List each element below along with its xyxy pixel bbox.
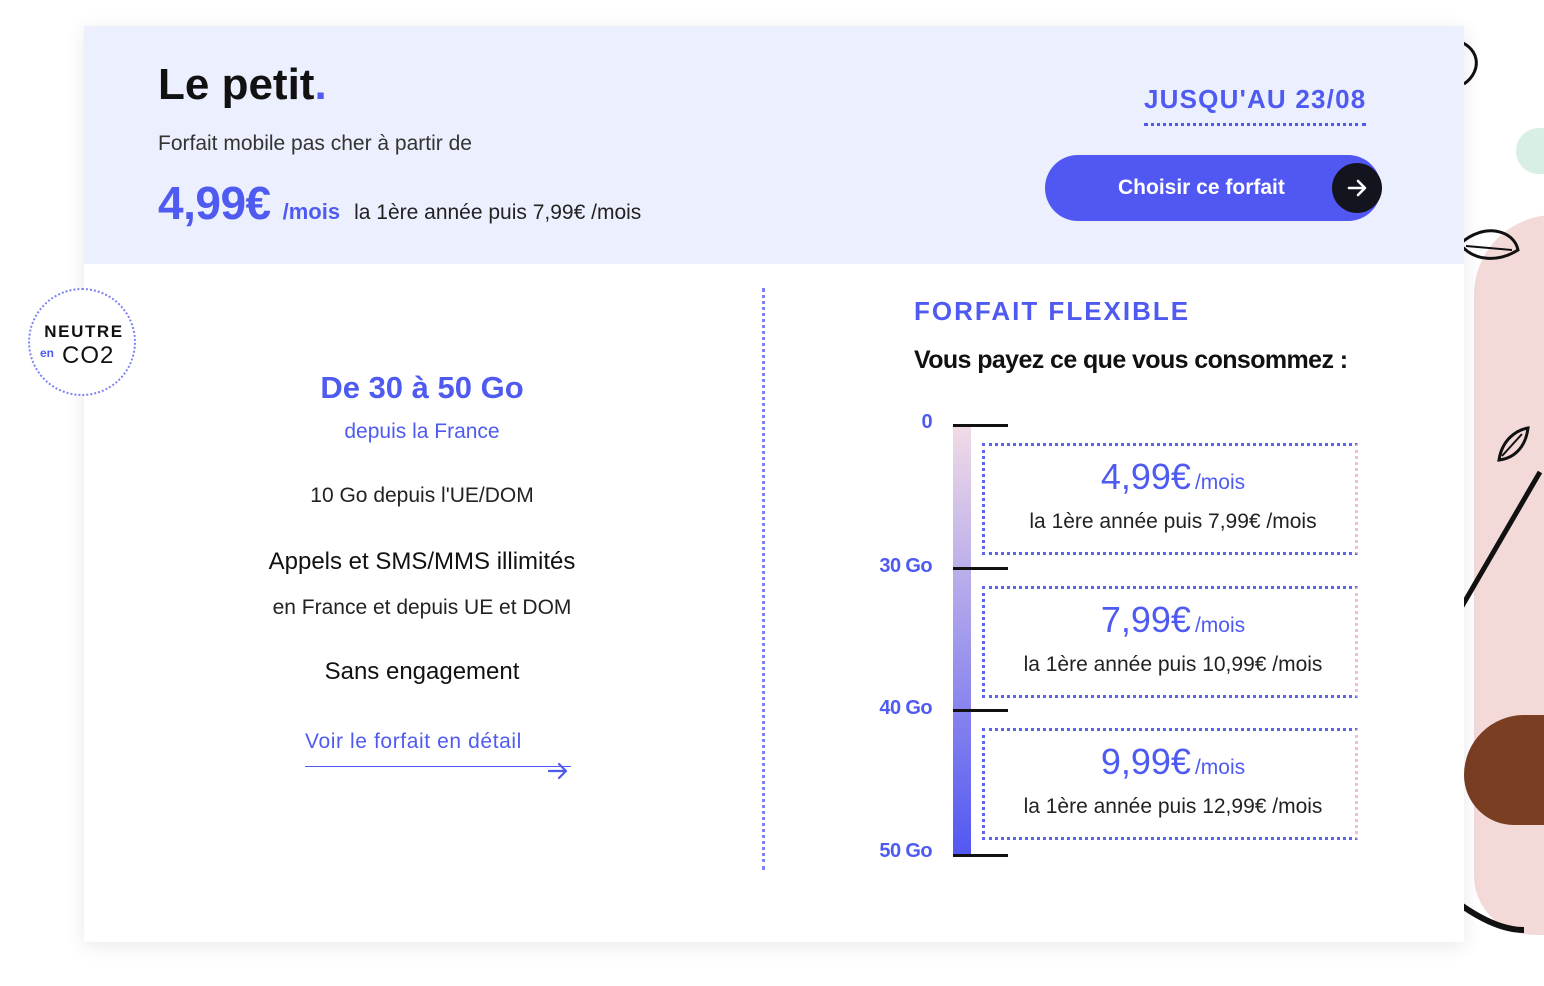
plan-title-dot: .	[314, 60, 327, 109]
tier-unit: /mois	[1194, 614, 1246, 637]
scale-tick	[953, 567, 1008, 570]
tier-amount: 7,99€	[1100, 599, 1191, 640]
price-tier: 7,99€/mois la 1ère année puis 10,99€ /mo…	[982, 586, 1358, 698]
price-row: 4,99€ /mois la 1ère année puis 7,99€ /mo…	[158, 176, 641, 230]
scale-label-30: 30 Go	[879, 555, 932, 577]
plan-subtitle: Forfait mobile pas cher à partir de	[158, 132, 472, 155]
column-divider	[762, 288, 765, 870]
commitment: Sans engagement	[324, 658, 520, 685]
arrow-right-icon[interactable]	[546, 760, 570, 782]
choose-plan-button[interactable]: Choisir ce forfait	[1045, 155, 1382, 221]
tier-after: la 1ère année puis 7,99€ /mois	[1029, 510, 1317, 533]
leaf-icon	[1454, 38, 1543, 933]
tier-price: 7,99€/mois	[985, 599, 1361, 641]
price-unit: /mois	[282, 199, 341, 224]
calls-feature: Appels et SMS/MMS illimités	[268, 548, 576, 575]
tier-after: la 1ère année puis 10,99€ /mois	[1023, 653, 1323, 676]
plan-title: Le petit.	[158, 60, 327, 110]
page: Le petit. Forfait mobile pas cher à part…	[0, 0, 1544, 986]
tier-unit: /mois	[1194, 756, 1246, 779]
tier-after: la 1ère année puis 12,99€ /mois	[1023, 795, 1323, 818]
badge-neutre: NEUTRE	[44, 322, 124, 341]
decorative-illustration	[1454, 0, 1544, 986]
tier-price: 9,99€/mois	[985, 741, 1361, 783]
consumption-scale-bar	[953, 426, 971, 856]
scale-label-0: 0	[921, 411, 932, 433]
data-volume: De 30 à 50 Go	[320, 370, 524, 405]
tier-price: 4,99€/mois	[985, 456, 1361, 498]
tier-unit: /mois	[1194, 471, 1246, 494]
scale-tick	[953, 424, 1008, 427]
data-eu: 10 Go depuis l'UE/DOM	[310, 484, 534, 507]
calls-subtext: en France et depuis UE et DOM	[272, 596, 572, 619]
badge-en: en	[40, 346, 55, 360]
price-amount: 4,99€	[158, 177, 271, 229]
tier-amount: 4,99€	[1100, 456, 1191, 497]
price-after: la 1ère année puis 7,99€ /mois	[354, 201, 642, 224]
scale-tick	[953, 854, 1008, 857]
scale-tick	[953, 709, 1008, 712]
data-from: depuis la France	[344, 420, 500, 443]
arrow-right-icon	[1332, 163, 1382, 213]
plan-title-text: Le petit	[158, 60, 315, 109]
tier-amount: 9,99€	[1100, 741, 1191, 782]
promo-until: JUSQU'AU 23/08	[1144, 84, 1367, 126]
scale-label-40: 40 Go	[879, 697, 932, 719]
badge-co2: CO2	[62, 342, 115, 369]
scale-label-50: 50 Go	[879, 840, 932, 862]
flexible-subtitle: Vous payez ce que vous consommez :	[914, 346, 1348, 374]
carbon-neutral-badge: NEUTRE en CO2	[28, 288, 136, 396]
price-tier: 4,99€/mois la 1ère année puis 7,99€ /moi…	[982, 443, 1358, 555]
plan-detail-link[interactable]: Voir le forfait en détail	[305, 730, 571, 767]
choose-plan-label: Choisir ce forfait	[1118, 176, 1285, 199]
plan-header: Le petit. Forfait mobile pas cher à part…	[84, 26, 1464, 264]
price-tier: 9,99€/mois la 1ère année puis 12,99€ /mo…	[982, 728, 1358, 840]
plan-card: Le petit. Forfait mobile pas cher à part…	[84, 26, 1464, 942]
flexible-title: FORFAIT FLEXIBLE	[914, 296, 1191, 326]
